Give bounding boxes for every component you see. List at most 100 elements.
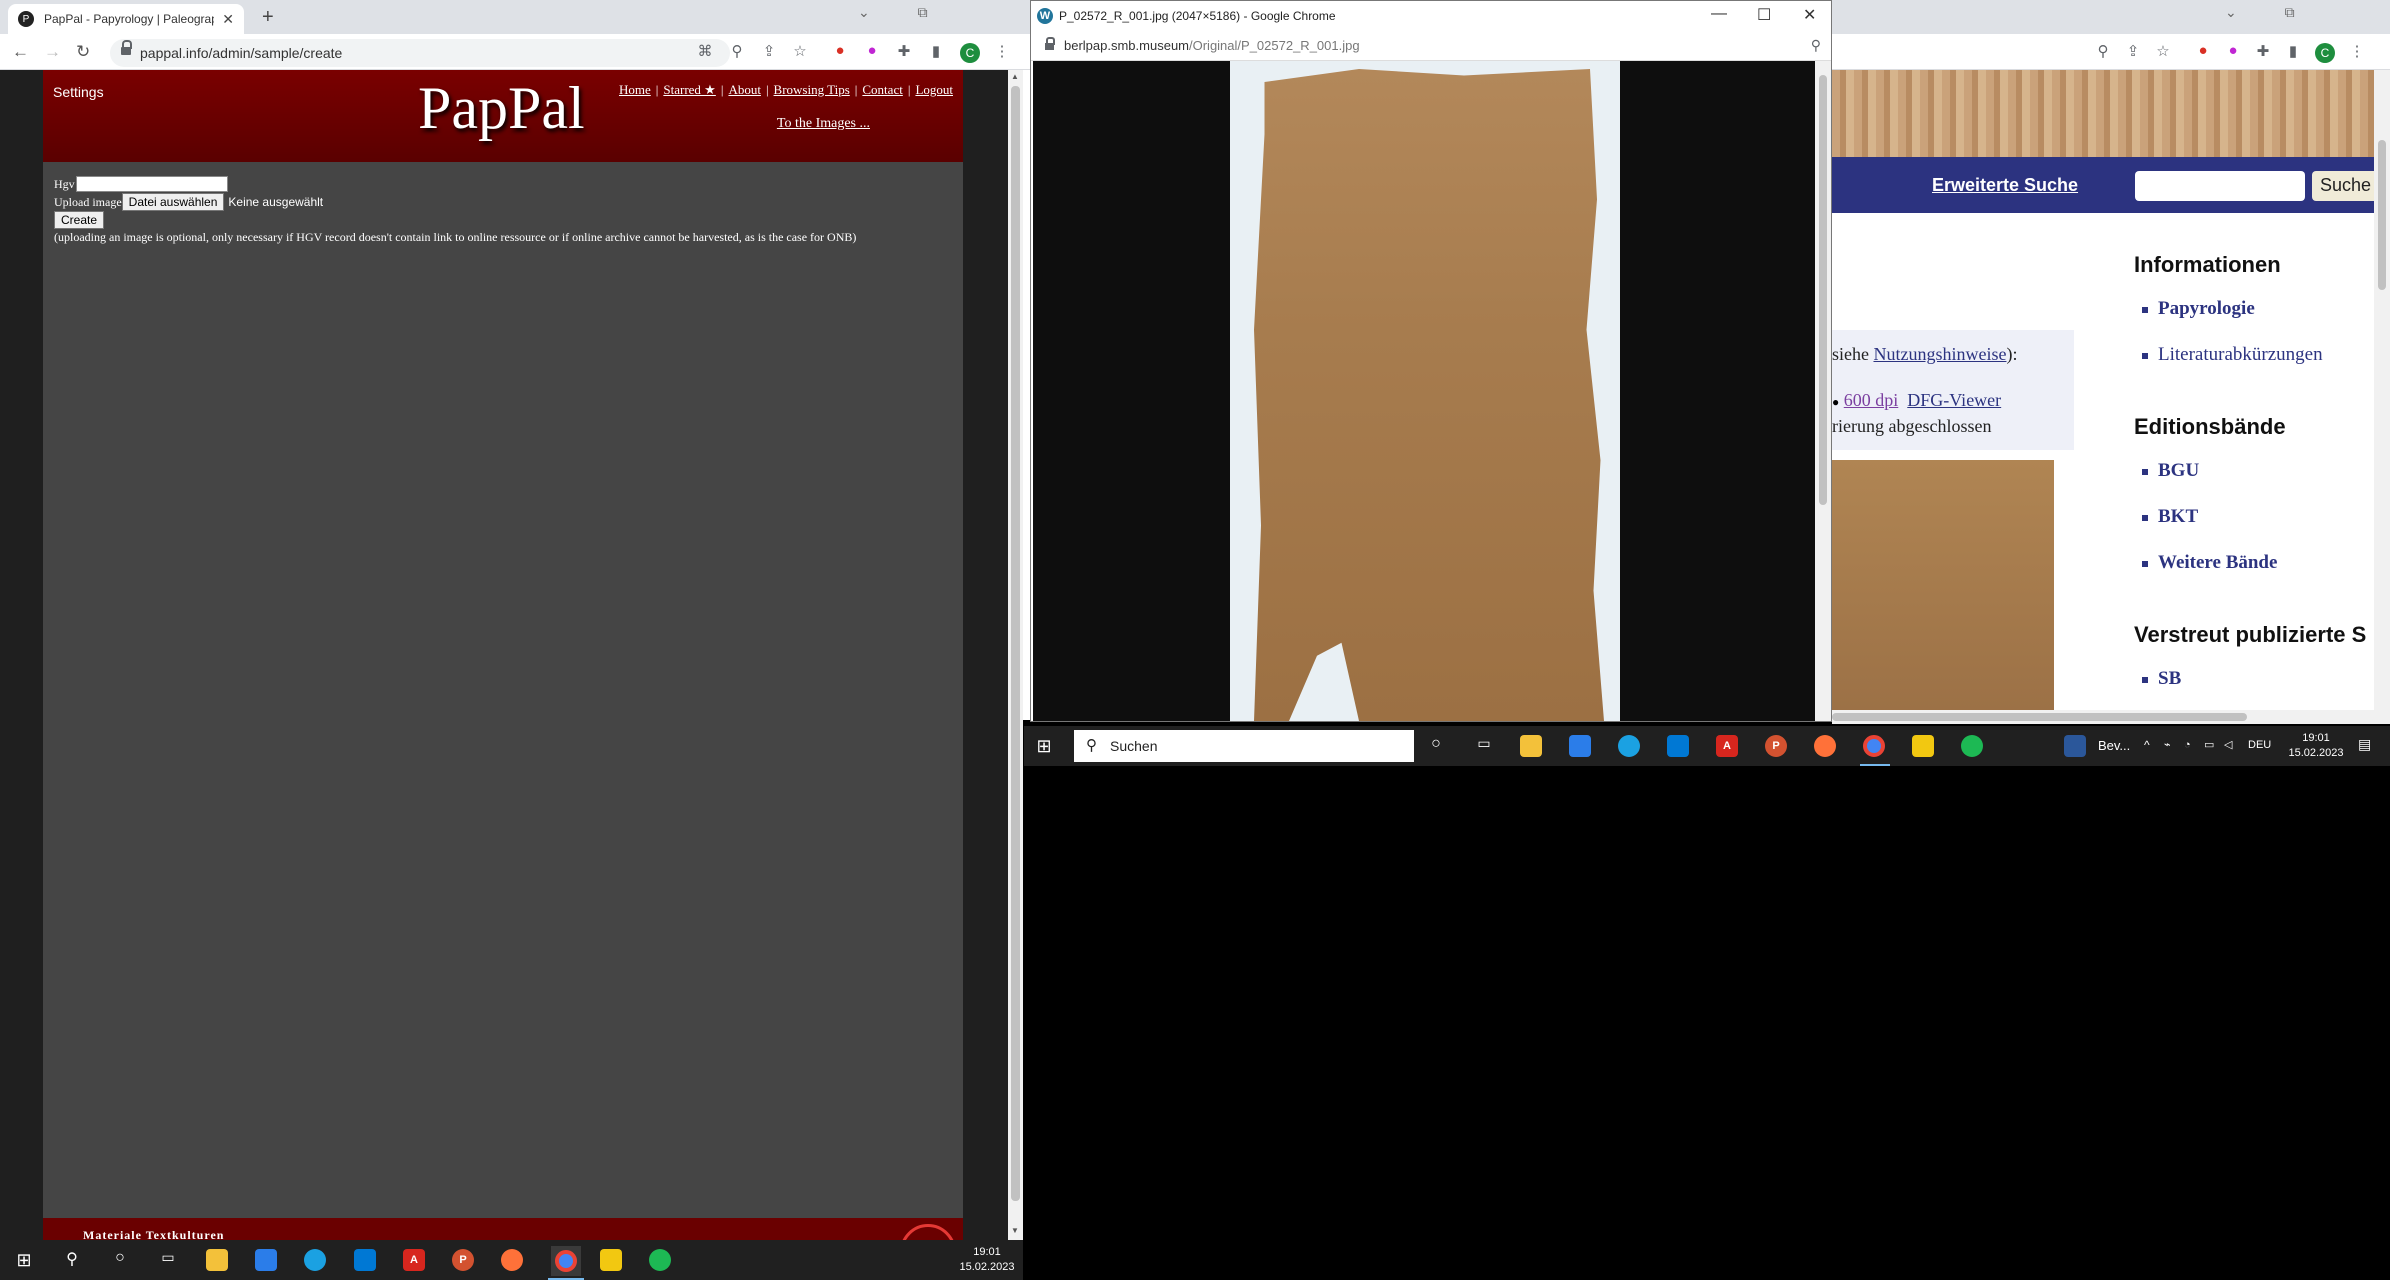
task-view-icon[interactable]: ▭ xyxy=(1472,735,1496,752)
menu-kebab-icon[interactable]: ⋮ xyxy=(992,42,1012,60)
tray-clock[interactable]: 19:01 15.02.2023 xyxy=(2284,731,2348,761)
link-bgu[interactable]: BGU xyxy=(2142,460,2390,482)
tray-network-icon[interactable]: ⌁ xyxy=(2164,738,2171,753)
taskbar-search[interactable]: ⚲ Suchen xyxy=(1074,730,1414,762)
right-horizontal-scrollbar[interactable] xyxy=(1832,710,2390,724)
link-bkt[interactable]: BKT xyxy=(2142,506,2390,528)
link-papyrologie[interactable]: Papyrologie xyxy=(2142,298,2390,320)
close-icon[interactable]: ✕ xyxy=(1803,5,1816,25)
extension-red-icon[interactable]: ● xyxy=(830,42,850,59)
pappal-logo[interactable]: PapPal xyxy=(418,74,585,143)
back-icon[interactable]: ← xyxy=(12,42,29,62)
search-input[interactable] xyxy=(2135,171,2305,201)
minimize-icon[interactable]: — xyxy=(1711,5,1727,23)
sidepanel-icon[interactable]: ▮ xyxy=(926,42,946,60)
powerpoint-icon[interactable]: P xyxy=(1765,735,1787,757)
main-tray-clock[interactable]: 19:01 15.02.2023 xyxy=(955,1245,1019,1275)
window-controls[interactable]: ⌄ ⧉ xyxy=(858,4,950,21)
tray-wifi-icon[interactable]: ◔ xyxy=(2184,738,2191,753)
edge-icon[interactable] xyxy=(1618,735,1640,757)
right-ext-red-icon[interactable]: ● xyxy=(2193,42,2213,59)
right-window-controls[interactable]: ⌄ ⧉ xyxy=(2225,4,2317,21)
choose-file-button[interactable]: Datei auswählen xyxy=(121,193,225,211)
windows-start-icon[interactable]: ⊞ xyxy=(1032,734,1056,758)
store-icon[interactable] xyxy=(1569,735,1591,757)
chrome-icon[interactable] xyxy=(1863,735,1885,757)
main-chrome-icon[interactable] xyxy=(551,1246,581,1276)
tray-volume-icon[interactable]: ◁ xyxy=(2224,738,2232,753)
page-scrollbar[interactable]: ▲ ▼ xyxy=(1008,70,1023,1240)
nav-logout[interactable]: Logout xyxy=(915,82,953,97)
reload-icon[interactable]: ↻ xyxy=(76,42,90,62)
link-weitere-baende[interactable]: Weitere Bände xyxy=(2142,552,2390,574)
to-images-link[interactable]: To the Images ... xyxy=(777,116,870,132)
main-start-icon[interactable]: ⊞ xyxy=(12,1248,36,1272)
main-spotify-icon[interactable] xyxy=(649,1249,671,1271)
main-firefox-icon[interactable] xyxy=(501,1249,523,1271)
settings-link[interactable]: Settings xyxy=(53,84,104,100)
advanced-search-link[interactable]: Erweiterte Suche xyxy=(1932,175,2078,196)
main-powerpoint-icon[interactable]: P xyxy=(452,1249,474,1271)
nav-browsing-tips[interactable]: Browsing Tips xyxy=(774,82,850,97)
extension-purple-icon[interactable]: ● xyxy=(862,42,882,59)
share-icon[interactable]: ⇪ xyxy=(759,42,779,60)
tray-language[interactable]: DEU xyxy=(2248,738,2271,753)
notification-icon[interactable]: ▤ xyxy=(2358,737,2371,752)
mail-icon[interactable] xyxy=(1667,735,1689,757)
right-puzzle-icon[interactable]: ✚ xyxy=(2253,42,2273,60)
image-viewer[interactable] xyxy=(1033,61,1815,721)
nav-contact[interactable]: Contact xyxy=(862,82,902,97)
profile-avatar[interactable]: C xyxy=(960,43,980,63)
address-bar[interactable]: pappal.info/admin/sample/create xyxy=(110,39,730,67)
papyrus-image[interactable] xyxy=(1254,69,1604,721)
tab-pappal[interactable]: P PapPal - Papyrology | Paleograph ✕ xyxy=(8,4,244,34)
main-edge-icon[interactable] xyxy=(304,1249,326,1271)
papyrus-thumbnail[interactable] xyxy=(1832,460,2054,710)
right-profile-avatar[interactable]: C xyxy=(2315,43,2335,63)
nav-about[interactable]: About xyxy=(728,82,761,97)
forward-icon[interactable]: → xyxy=(44,42,61,62)
popup-address-bar[interactable]: berlpap.smb.museum/Original/P_02572_R_00… xyxy=(1031,31,1831,61)
main-file-explorer-icon[interactable] xyxy=(206,1249,228,1271)
main-acrobat-icon[interactable]: A xyxy=(403,1249,425,1271)
spotify-icon[interactable] xyxy=(1961,735,1983,757)
new-tab-icon[interactable]: + xyxy=(262,6,274,29)
tray-battery-icon[interactable]: ▭ xyxy=(2204,738,2214,753)
nav-starred[interactable]: Starred ★ xyxy=(663,82,715,97)
dfg-viewer-link[interactable]: DFG-Viewer xyxy=(1907,390,2001,410)
right-zoom-icon[interactable]: ⚲ xyxy=(2093,42,2113,60)
right-menu-icon[interactable]: ⋮ xyxy=(2347,42,2367,60)
right-star-icon[interactable]: ☆ xyxy=(2153,42,2173,60)
right-sidepanel-icon[interactable]: ▮ xyxy=(2283,42,2303,60)
bookmark-star-icon[interactable]: ☆ xyxy=(790,42,810,60)
main-notes-app-icon[interactable] xyxy=(600,1249,622,1271)
document-window-icon[interactable] xyxy=(2064,735,2086,757)
notes-app-icon[interactable] xyxy=(1912,735,1934,757)
main-mail-icon[interactable] xyxy=(354,1249,376,1271)
cortana-icon[interactable]: ○ xyxy=(1424,735,1448,753)
zoom-icon[interactable]: ⚲ xyxy=(727,42,747,60)
translate-icon[interactable]: ⌘ xyxy=(695,42,715,60)
hgv-input[interactable] xyxy=(75,176,228,192)
dpi-600-link[interactable]: 600 dpi xyxy=(1844,390,1899,410)
close-tab-icon[interactable]: ✕ xyxy=(222,11,234,28)
main-task-view-icon[interactable]: ▭ xyxy=(156,1249,180,1266)
usage-notes-link[interactable]: Nutzungshinweise xyxy=(1873,344,2006,364)
extensions-puzzle-icon[interactable]: ✚ xyxy=(894,42,914,60)
right-share-icon[interactable]: ⇪ xyxy=(2123,42,2143,60)
file-explorer-icon[interactable] xyxy=(1520,735,1542,757)
link-sb[interactable]: SB xyxy=(2142,668,2390,690)
create-button[interactable]: Create xyxy=(54,211,105,229)
link-literaturabkuerzungen[interactable]: Literaturabkürzungen xyxy=(2142,344,2390,366)
main-store-icon[interactable] xyxy=(255,1249,277,1271)
acrobat-icon[interactable]: A xyxy=(1716,735,1738,757)
firefox-icon[interactable] xyxy=(1814,735,1836,757)
right-scrollbar[interactable] xyxy=(2374,70,2390,710)
maximize-icon[interactable]: ☐ xyxy=(1757,5,1771,25)
main-cortana-icon[interactable]: ○ xyxy=(108,1249,132,1267)
popup-zoom-icon[interactable]: ⚲ xyxy=(1811,37,1821,54)
popup-title-bar[interactable]: W P_02572_R_001.jpg (2047×5186) - Google… xyxy=(1031,1,1831,31)
nav-home[interactable]: Home xyxy=(619,82,651,97)
main-search-icon[interactable]: ⚲ xyxy=(60,1249,84,1269)
right-ext-purple-icon[interactable]: ● xyxy=(2223,42,2243,59)
